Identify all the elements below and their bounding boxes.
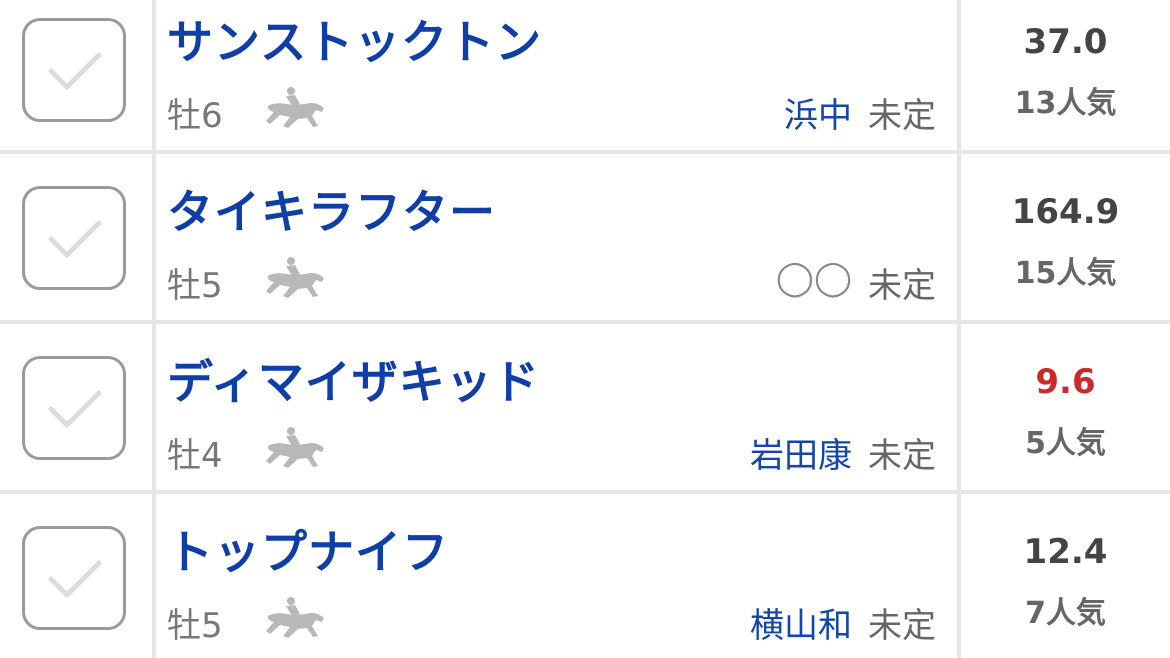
odds-value: 9.6 bbox=[1035, 362, 1096, 402]
horse-name[interactable]: タイキラフター bbox=[167, 176, 496, 242]
select-cell[interactable] bbox=[0, 324, 152, 490]
column-divider bbox=[152, 324, 156, 490]
column-divider bbox=[152, 0, 156, 150]
column-divider bbox=[152, 154, 156, 320]
popularity-rank: 5人気 bbox=[1025, 426, 1106, 461]
check-icon bbox=[48, 220, 102, 258]
select-cell[interactable] bbox=[0, 154, 152, 320]
racehorse-jockey-icon bbox=[266, 597, 324, 638]
status-label: 未定 bbox=[868, 96, 936, 136]
horse-name[interactable]: ディマイザキッド bbox=[167, 346, 540, 412]
entry-row[interactable]: タイキラフター 牡5 ◯◯ 未定 164.9 15人気 bbox=[0, 154, 1170, 324]
racehorse-jockey-icon bbox=[266, 257, 324, 298]
select-cell[interactable] bbox=[0, 494, 152, 658]
popularity-rank: 13人気 bbox=[1014, 86, 1117, 121]
select-checkbox[interactable] bbox=[22, 186, 126, 290]
horse-entry-list: サンストックトン 牡6 浜中 未定 37.0 13人気 タイキラフター 牡5 ◯… bbox=[0, 0, 1170, 658]
racehorse-jockey-icon bbox=[266, 87, 324, 128]
select-checkbox[interactable] bbox=[22, 18, 126, 122]
horse-name[interactable]: サンストックトン bbox=[167, 6, 542, 72]
odds-value: 12.4 bbox=[1023, 532, 1108, 572]
popularity-rank: 15人気 bbox=[1014, 256, 1117, 291]
column-divider bbox=[957, 324, 961, 490]
check-icon bbox=[48, 390, 102, 428]
select-checkbox[interactable] bbox=[22, 356, 126, 460]
column-divider bbox=[957, 494, 961, 658]
odds-value: 164.9 bbox=[1011, 192, 1120, 232]
status-label: 未定 bbox=[868, 266, 936, 306]
popularity-rank: 7人気 bbox=[1025, 596, 1106, 631]
column-divider bbox=[957, 154, 961, 320]
jockey-name[interactable]: 岩田康 bbox=[750, 428, 852, 477]
sex-age: 牡5 bbox=[167, 606, 223, 646]
check-icon bbox=[48, 52, 102, 90]
sex-age: 牡6 bbox=[167, 96, 223, 136]
entry-row[interactable]: サンストックトン 牡6 浜中 未定 37.0 13人気 bbox=[0, 0, 1170, 154]
select-cell[interactable] bbox=[0, 0, 152, 150]
jockey-name[interactable]: 横山和 bbox=[750, 598, 852, 647]
sex-age: 牡4 bbox=[167, 436, 223, 476]
jockey-name[interactable]: ◯◯ bbox=[776, 258, 852, 298]
status-label: 未定 bbox=[868, 606, 936, 646]
status-label: 未定 bbox=[868, 436, 936, 476]
check-icon bbox=[48, 560, 102, 598]
entry-row[interactable]: トップナイフ 牡5 横山和 未定 12.4 7人気 bbox=[0, 494, 1170, 658]
column-divider bbox=[152, 494, 156, 658]
odds-value: 37.0 bbox=[1023, 22, 1108, 62]
horse-name[interactable]: トップナイフ bbox=[167, 516, 449, 582]
racehorse-jockey-icon bbox=[266, 427, 324, 468]
select-checkbox[interactable] bbox=[22, 526, 126, 630]
sex-age: 牡5 bbox=[167, 266, 223, 306]
entry-row[interactable]: ディマイザキッド 牡4 岩田康 未定 9.6 5人気 bbox=[0, 324, 1170, 494]
jockey-name[interactable]: 浜中 bbox=[784, 88, 852, 137]
